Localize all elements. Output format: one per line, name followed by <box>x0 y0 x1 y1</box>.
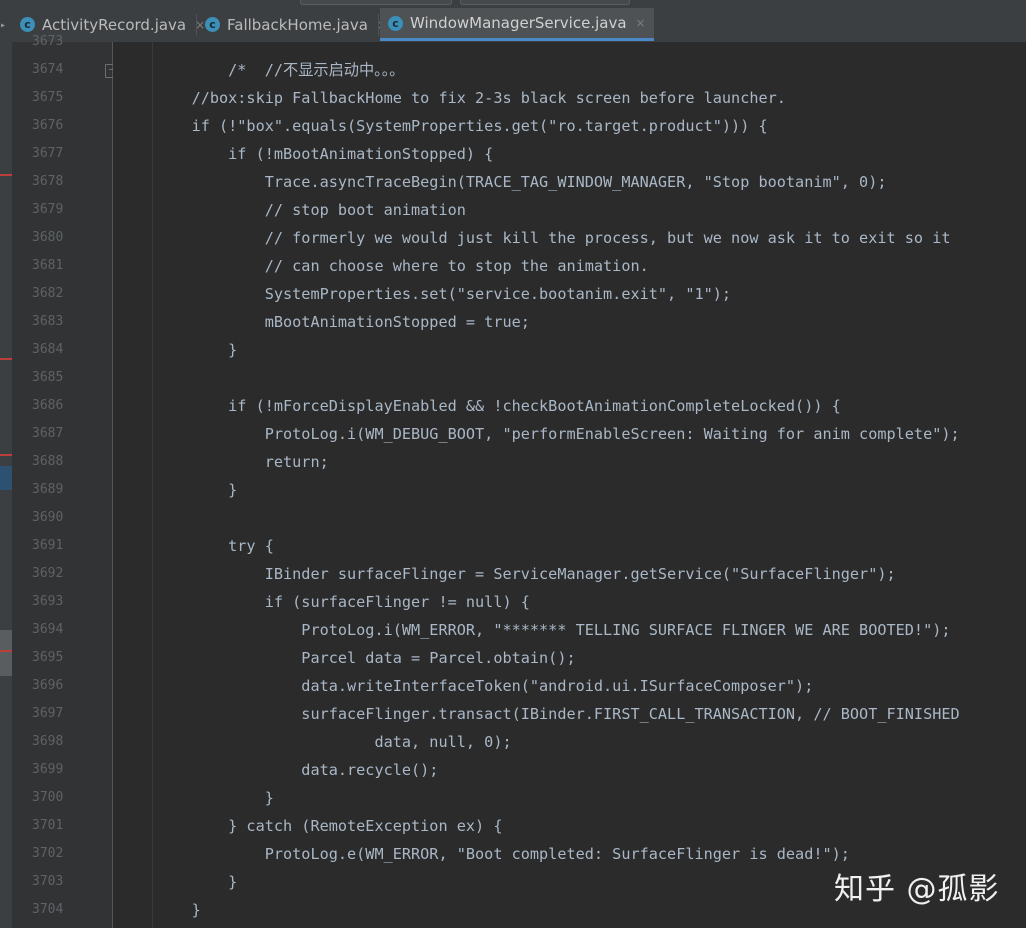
line-number: 3677 <box>32 146 64 161</box>
code-line: ProtoLog.i(WM_DEBUG_BOOT, "performEnable… <box>155 425 960 443</box>
line-number: 3695 <box>32 650 64 665</box>
code-line: try { <box>155 537 274 555</box>
code-line: data.writeInterfaceToken("android.ui.ISu… <box>155 677 814 695</box>
line-number: 3697 <box>32 706 64 721</box>
line-number: 3675 <box>32 90 64 105</box>
code-line: surfaceFlinger.transact(IBinder.FIRST_CA… <box>155 705 960 723</box>
code-line: ProtoLog.i(WM_ERROR, "******* TELLING SU… <box>155 621 951 639</box>
code-line: Trace.asyncTraceBegin(TRACE_TAG_WINDOW_M… <box>155 173 887 191</box>
line-number: 3702 <box>32 846 64 861</box>
left-tool-strip <box>0 42 12 928</box>
scroll-marker[interactable] <box>0 630 12 676</box>
line-number: 3687 <box>32 426 64 441</box>
code-line: // formerly we would just kill the proce… <box>155 229 951 247</box>
line-number: 3678 <box>32 174 64 189</box>
code-line: ProtoLog.e(WM_ERROR, "Boot completed: Su… <box>155 845 850 863</box>
line-number: 3679 <box>32 202 64 217</box>
line-number: 3674 <box>32 62 64 77</box>
editor-tab-bar: ▸ c ActivityRecord.java × c FallbackHome… <box>0 0 1026 43</box>
line-number: 3703 <box>32 874 64 889</box>
code-line: data.recycle(); <box>155 761 439 779</box>
line-number: 3684 <box>32 342 64 357</box>
line-number: 3686 <box>32 398 64 413</box>
error-marker[interactable] <box>0 358 12 360</box>
line-number: 3704 <box>32 902 64 917</box>
line-number: 3673 <box>32 34 64 49</box>
code-line: if (surfaceFlinger != null) { <box>155 593 530 611</box>
tab-fallbackhome[interactable]: c FallbackHome.java × <box>205 8 387 41</box>
code-line: // can choose where to stop the animatio… <box>155 257 649 275</box>
line-number: 3676 <box>32 118 64 133</box>
error-marker[interactable] <box>0 650 12 652</box>
code-line: /* //不显示启动中。。。 <box>155 61 405 79</box>
line-number: 3688 <box>32 454 64 469</box>
code-line: } <box>155 873 238 891</box>
line-number: 3690 <box>32 510 64 525</box>
watermark: 知乎 @孤影 <box>834 872 1000 907</box>
tab-windowmanagerservice[interactable]: c WindowManagerService.java × <box>380 8 654 41</box>
code-line: return; <box>155 453 329 471</box>
code-line: } <box>155 789 274 807</box>
code-line: } <box>155 481 238 499</box>
indent-guide <box>152 42 153 928</box>
error-marker[interactable] <box>0 174 12 176</box>
line-number: 3700 <box>32 790 64 805</box>
code-line: data, null, 0); <box>155 733 512 751</box>
line-number: 3692 <box>32 566 64 581</box>
line-number: 3683 <box>32 314 64 329</box>
error-marker[interactable] <box>0 454 12 456</box>
line-number: 3691 <box>32 538 64 553</box>
code-line: } <box>155 901 201 919</box>
code-line: Parcel data = Parcel.obtain(); <box>155 649 576 667</box>
code-line: } <box>155 341 238 359</box>
line-number: 3689 <box>32 482 64 497</box>
close-icon[interactable]: × <box>636 16 646 30</box>
line-number: 3694 <box>32 622 64 637</box>
line-number: 3699 <box>32 762 64 777</box>
code-line: // stop boot animation <box>155 201 466 219</box>
class-icon: c <box>388 15 403 31</box>
line-number: 3696 <box>32 678 64 693</box>
line-number: 3680 <box>32 230 64 245</box>
code-editor[interactable]: /* //不显示启动中。。。 //box:skip FallbackHome t… <box>113 42 1026 928</box>
code-line: //box:skip FallbackHome to fix 2-3s blac… <box>155 89 786 107</box>
code-line: SystemProperties.set("service.bootanim.e… <box>155 285 732 303</box>
code-line: IBinder surfaceFlinger = ServiceManager.… <box>155 565 896 583</box>
code-line: mBootAnimationStopped = true; <box>155 313 530 331</box>
tab-label: WindowManagerService.java <box>410 14 627 32</box>
line-number: 3698 <box>32 734 64 749</box>
code-line: } catch (RemoteException ex) { <box>155 817 503 835</box>
line-number: 3701 <box>32 818 64 833</box>
line-number: 3693 <box>32 594 64 609</box>
selection-marker[interactable] <box>0 466 12 490</box>
code-line: if (!mBootAnimationStopped) { <box>155 145 494 163</box>
line-number: 3681 <box>32 258 64 273</box>
class-icon: c <box>205 17 220 32</box>
tab-label: FallbackHome.java <box>227 15 368 34</box>
tab-scroll-left-icon[interactable]: ▸ <box>0 20 6 31</box>
line-number: 3685 <box>32 370 64 385</box>
line-number-gutter: 3673 3674 3675 3676 3677 3678 3679 3680 3681 368… <box>12 34 113 928</box>
toolbar-remnant <box>300 0 640 6</box>
code-line: if (!mForceDisplayEnabled && !checkBootA… <box>155 397 841 415</box>
code-line: if (!"box".equals(SystemProperties.get("… <box>155 117 768 135</box>
line-number: 3682 <box>32 286 64 301</box>
